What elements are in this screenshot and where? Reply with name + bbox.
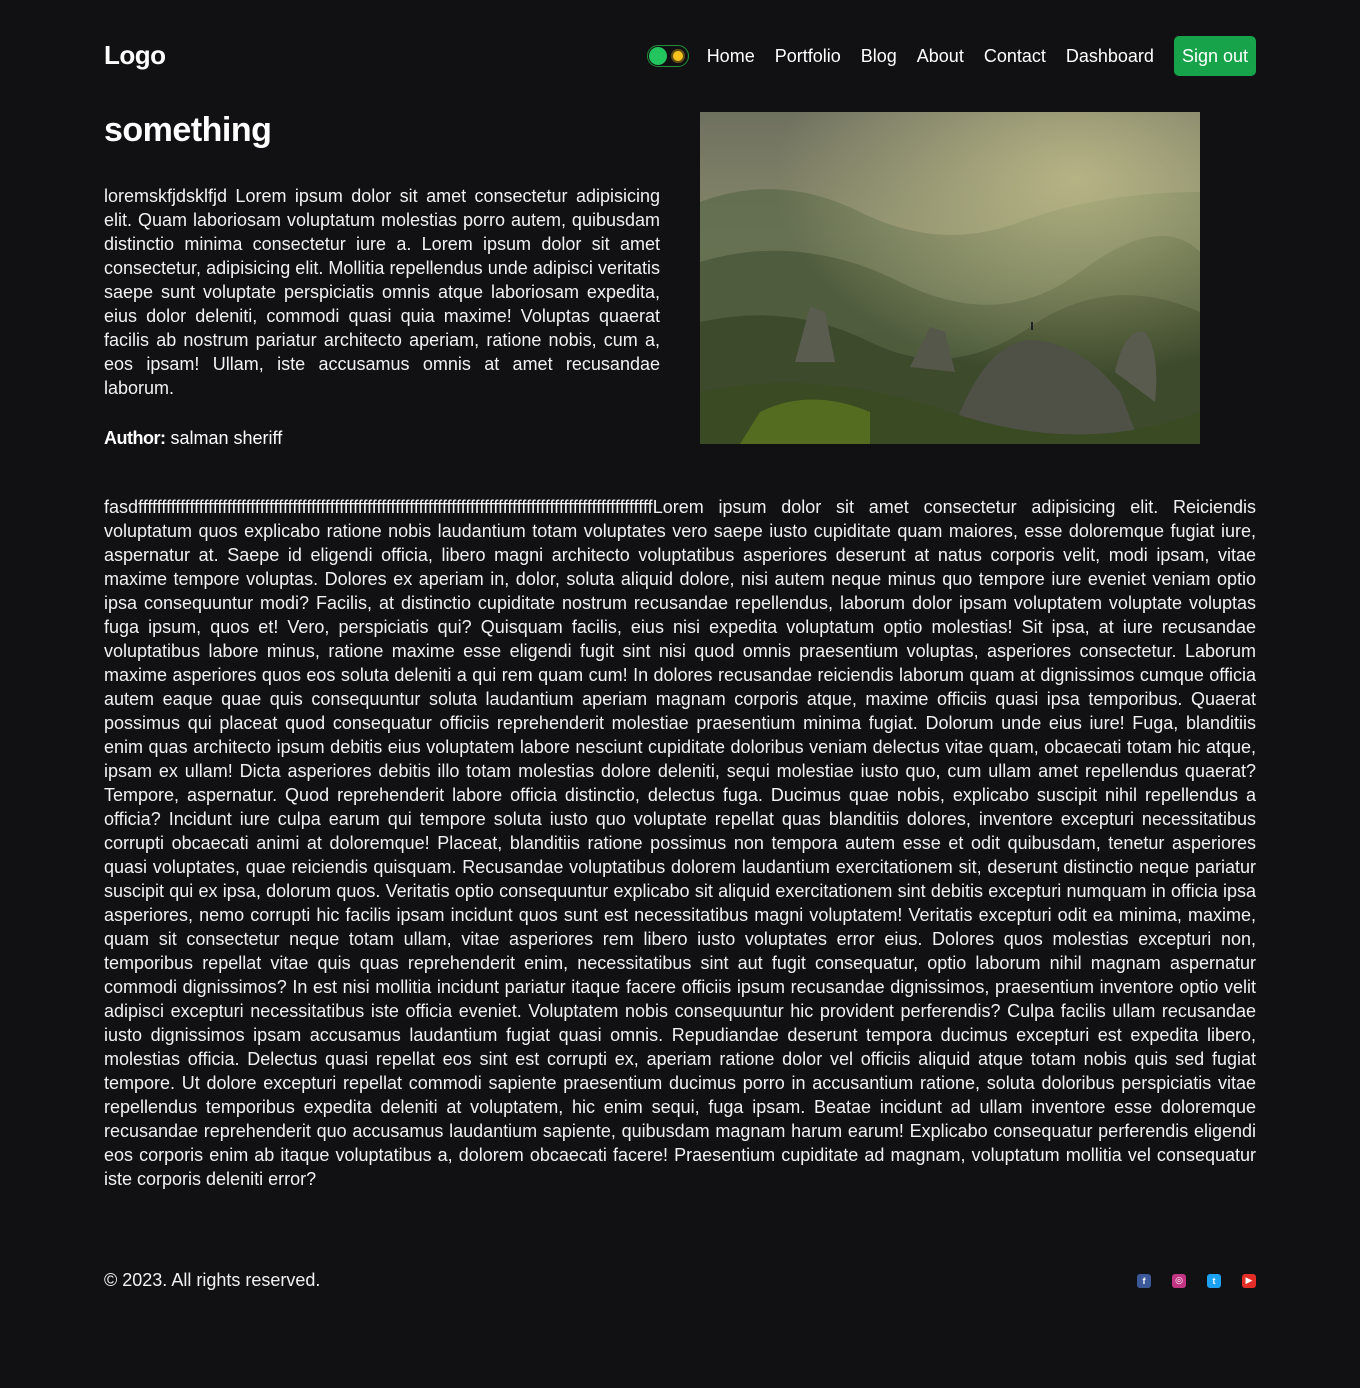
content-body: Lorem ipsum dolor sit amet consectetur a…	[104, 497, 1256, 1189]
content-prefix: fasdffffffffffffffffffffffffffffffffffff…	[104, 497, 653, 517]
post-title: something	[104, 111, 272, 149]
author-label: Author:	[104, 428, 166, 448]
nav-link-blog[interactable]: Blog	[861, 46, 897, 67]
nav-link-home[interactable]: Home	[707, 46, 755, 67]
facebook-icon[interactable]: f	[1137, 1273, 1151, 1288]
nav-link-portfolio[interactable]: Portfolio	[775, 46, 841, 67]
footer: © 2023. All rights reserved. f ◎ t ▶	[104, 1270, 1256, 1291]
landscape-image	[700, 112, 1200, 444]
twitter-icon[interactable]: t	[1207, 1273, 1221, 1288]
social-links: f ◎ t ▶	[1137, 1273, 1256, 1288]
nav-link-contact[interactable]: Contact	[984, 46, 1046, 67]
theme-toggle[interactable]	[646, 45, 689, 67]
post-content: fasdffffffffffffffffffffffffffffffffffff…	[104, 495, 1256, 1191]
nav-link-dashboard[interactable]: Dashboard	[1066, 46, 1154, 67]
post-info: something loremskfjdsklfjd Lorem ipsum d…	[104, 112, 660, 449]
nav-links: Home Portfolio Blog About Contact Dashbo…	[646, 36, 1256, 76]
post-header: something loremskfjdsklfjd Lorem ipsum d…	[104, 112, 1256, 449]
toggle-knob	[648, 47, 667, 65]
sign-out-button[interactable]: Sign out	[1173, 36, 1256, 76]
youtube-icon[interactable]: ▶	[1242, 1273, 1256, 1288]
instagram-icon[interactable]: ◎	[1172, 1273, 1186, 1288]
post-description: loremskfjdsklfjd Lorem ipsum dolor sit a…	[104, 186, 660, 398]
sun-icon	[672, 51, 683, 61]
logo[interactable]: Logo	[104, 40, 166, 71]
post-image	[700, 112, 1200, 444]
navbar: Logo Home Portfolio Blog About Contact D…	[104, 0, 1256, 112]
post-author: Author: salman sheriff	[104, 428, 660, 449]
nav-link-about[interactable]: About	[917, 46, 964, 67]
copyright: © 2023. All rights reserved.	[104, 1270, 321, 1290]
author-name: salman sheriff	[170, 428, 283, 448]
